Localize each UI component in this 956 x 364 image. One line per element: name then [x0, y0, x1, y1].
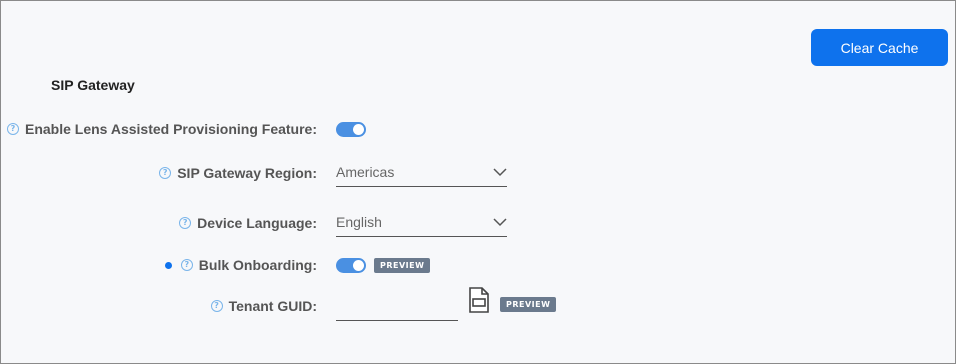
tenant-label: Tenant GUID: — [228, 298, 317, 314]
toggle-knob — [353, 259, 364, 271]
help-icon[interactable]: ? — [210, 300, 223, 312]
help-icon[interactable]: ? — [7, 123, 19, 135]
help-icon[interactable]: ? — [159, 167, 172, 179]
lens-label: Enable Lens Assisted Provisioning Featur… — [25, 121, 317, 137]
bulk-label: Bulk Onboarding: — [198, 257, 317, 273]
lens-toggle[interactable] — [336, 121, 366, 137]
language-select[interactable]: English — [336, 208, 507, 237]
region-value: Americas — [336, 164, 395, 180]
chevron-down-icon — [493, 218, 507, 227]
section-title: SIP Gateway — [51, 77, 135, 93]
region-label: SIP Gateway Region: — [177, 165, 317, 181]
region-select[interactable]: Americas — [336, 158, 507, 187]
tenant-guid-input[interactable] — [336, 292, 458, 321]
help-icon[interactable]: ? — [180, 259, 193, 271]
bulk-row: ? Bulk Onboarding: PREVIEW — [1, 253, 956, 277]
region-row: ? SIP Gateway Region: Americas — [1, 158, 956, 187]
help-icon[interactable]: ? — [179, 217, 192, 229]
toggle-knob — [353, 123, 364, 135]
language-row: ? Device Language: English — [1, 208, 956, 237]
language-label: Device Language: — [197, 215, 317, 231]
preview-badge: PREVIEW — [500, 297, 557, 312]
tenant-row: ? Tenant GUID: PREVIEW — [1, 287, 956, 321]
settings-panel: Clear Cache SIP Gateway ? Enable Lens As… — [0, 0, 956, 364]
preview-badge: PREVIEW — [374, 257, 431, 273]
chevron-down-icon — [493, 168, 507, 177]
clear-cache-button[interactable]: Clear Cache — [811, 29, 948, 66]
lens-row: ? Enable Lens Assisted Provisioning Feat… — [1, 117, 956, 141]
language-value: English — [336, 214, 382, 230]
new-indicator-dot — [164, 261, 172, 269]
file-icon[interactable] — [467, 287, 491, 313]
bulk-toggle[interactable] — [336, 257, 366, 273]
